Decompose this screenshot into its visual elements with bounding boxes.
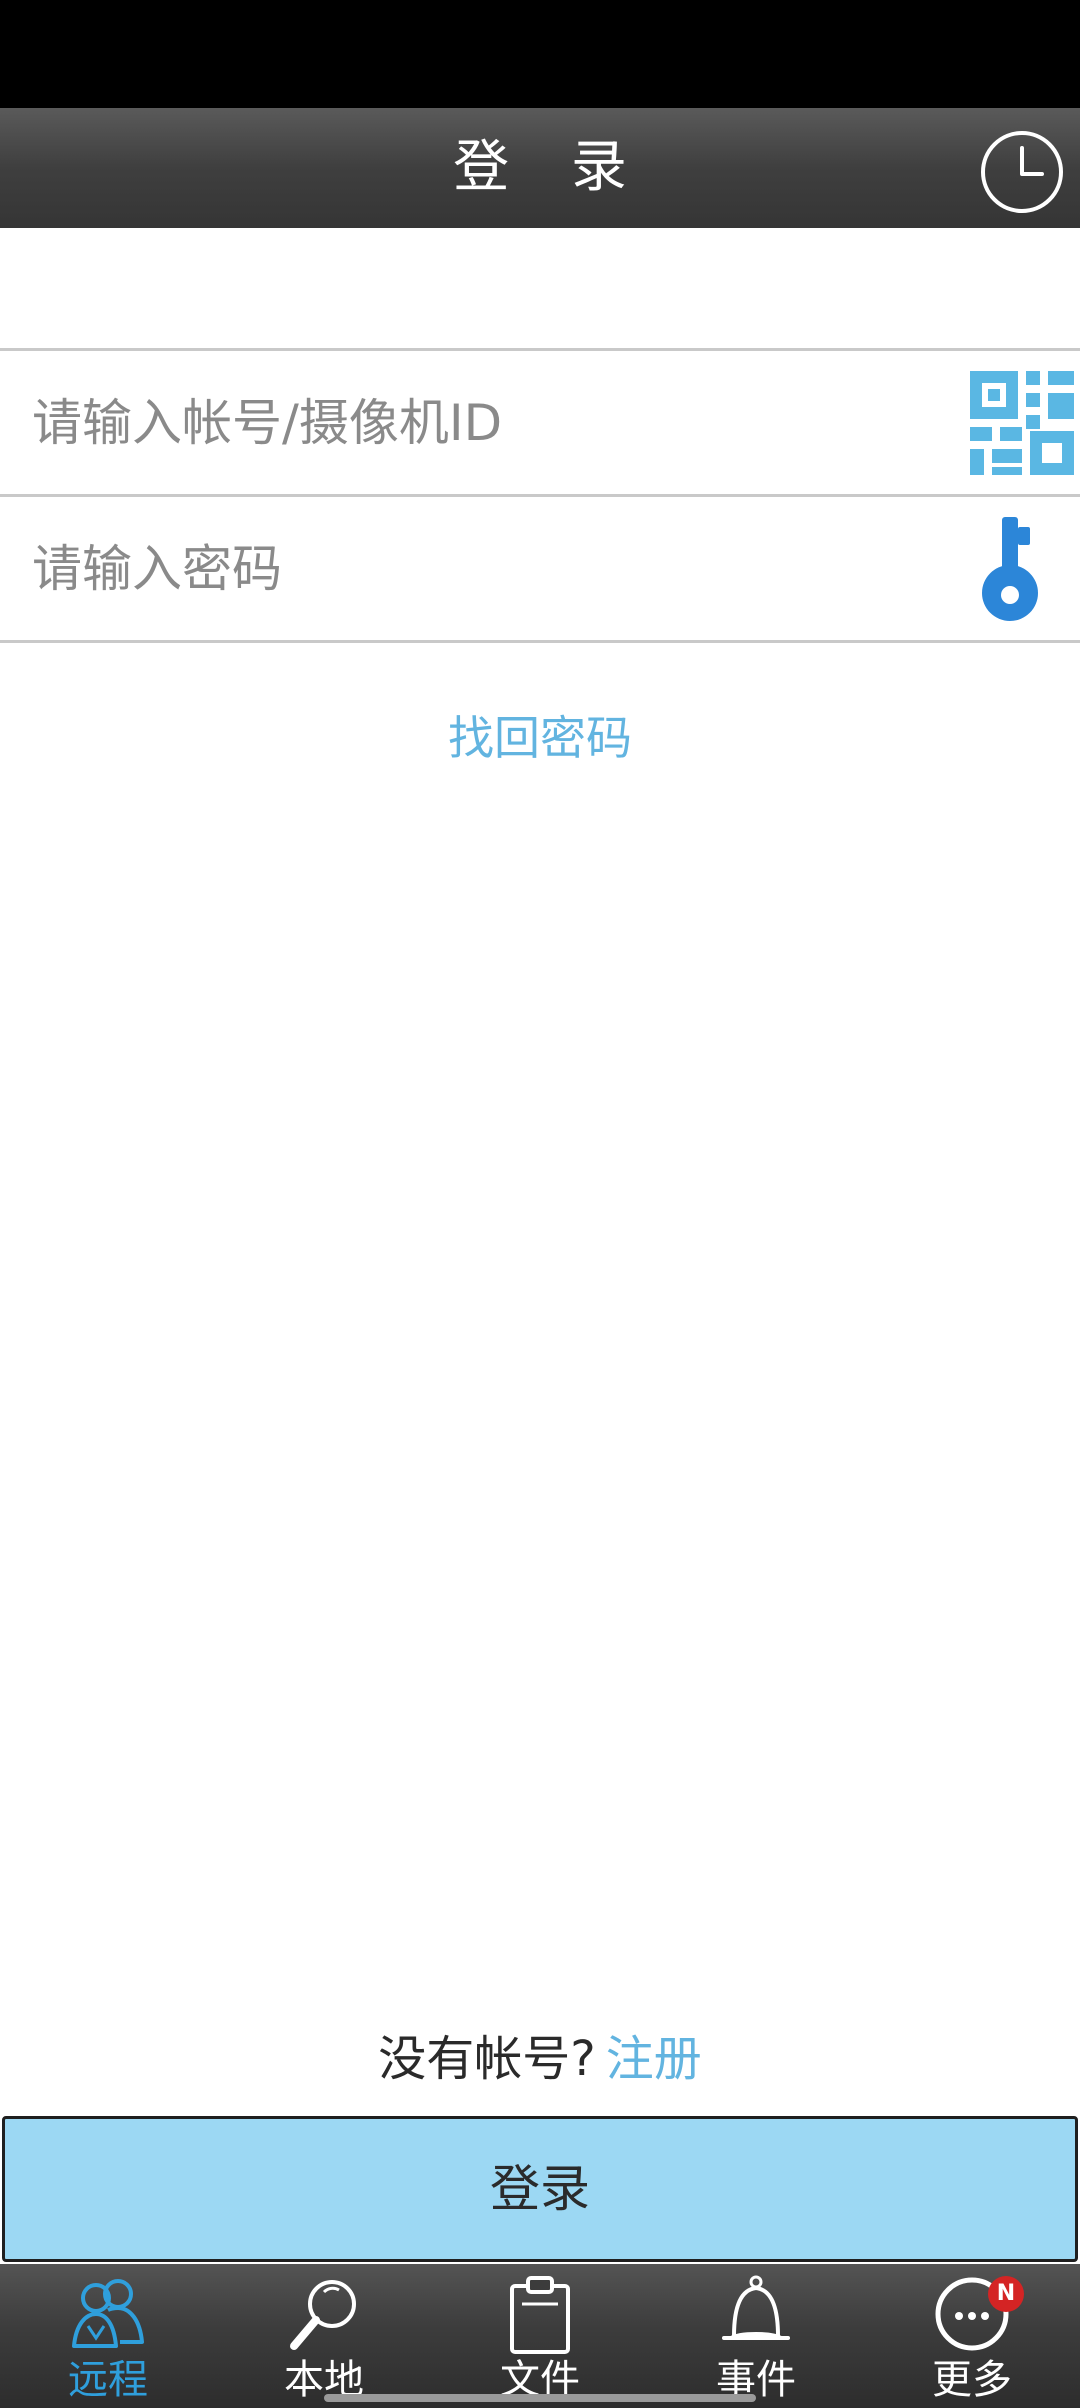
tab-files[interactable]: 文件 (432, 2264, 648, 2408)
divider (0, 640, 1080, 643)
magnifier-icon (284, 2274, 364, 2354)
forgot-password-link[interactable]: 找回密码 (0, 700, 1080, 776)
home-indicator (324, 2394, 756, 2402)
login-button[interactable]: 登录 (2, 2116, 1078, 2262)
top-spacer (0, 228, 1080, 350)
clipboard-icon (500, 2274, 580, 2354)
password-row (0, 497, 1080, 640)
tab-local[interactable]: 本地 (216, 2264, 432, 2408)
password-input[interactable] (32, 497, 932, 640)
users-icon (68, 2274, 148, 2354)
tab-events[interactable]: 事件 (648, 2264, 864, 2408)
key-icon[interactable] (972, 513, 1052, 625)
tab-label: 远程 (68, 2357, 148, 2403)
page-title: 登 录 (453, 135, 649, 200)
clock-icon[interactable] (978, 128, 1066, 216)
bottom-tab-bar: 远程 本地 文件 事件 N 更多 (0, 2264, 1080, 2408)
qr-code-icon[interactable] (970, 371, 1074, 475)
header-bar: 登 录 (0, 108, 1080, 228)
tab-label: 更多 (932, 2357, 1012, 2403)
bell-icon (716, 2274, 796, 2354)
register-question: 没有帐号? (378, 2031, 596, 2087)
status-bar (0, 0, 1080, 108)
account-row (0, 351, 1080, 494)
register-prompt: 没有帐号? 注册 (0, 2024, 1080, 2094)
account-input[interactable] (32, 351, 932, 494)
notification-badge: N (988, 2276, 1024, 2312)
register-link[interactable]: 注册 (606, 2031, 702, 2087)
tab-more[interactable]: N 更多 (864, 2264, 1080, 2408)
tab-remote[interactable]: 远程 (0, 2264, 216, 2408)
